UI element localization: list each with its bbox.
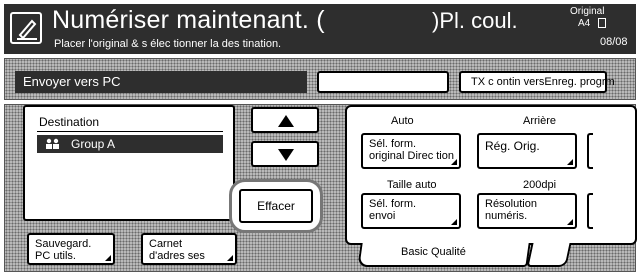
resolution-value: 200dpi	[523, 179, 557, 191]
send-size-line-1: Sél. form.	[369, 198, 417, 210]
header-bar: Numériser maintenant. ( Placer l'origina…	[4, 4, 636, 54]
address-book-line-1: Carnet	[149, 238, 183, 250]
clear-button-label: Effacer	[257, 199, 295, 213]
scan-resolution-label: Résolution numéris.	[485, 198, 537, 222]
address-book-label: Carnet d'adres ses	[149, 238, 205, 262]
page-count: 08/08	[600, 36, 628, 48]
original-label: Original	[570, 6, 605, 17]
address-book-button[interactable]: Carnet d'adres ses	[141, 233, 237, 265]
save-pc-button[interactable]: Sauvegard. PC utils.	[27, 233, 115, 265]
send-size-line-2: envoi	[369, 210, 396, 222]
send-size-label: Sél. form. envoi	[369, 198, 416, 222]
destination-panel: Destination Group A	[23, 105, 235, 221]
settings-panel: Auto Arrière Sél. form. original Direc t…	[345, 105, 637, 245]
send-size-button[interactable]: Sél. form. envoi	[361, 193, 461, 229]
page-icon	[598, 18, 606, 28]
tx-continuous-button[interactable]: TX c ontin versEnreg. progrm	[459, 71, 615, 93]
scroll-up-button[interactable]	[251, 107, 319, 133]
page-subtitle: Placer l'original & s élec tionner la de…	[54, 38, 282, 50]
original-format-line-1: Sél. form.	[369, 138, 417, 150]
mode-bar: Envoyer vers PC TX c ontin versEnreg. pr…	[4, 58, 636, 100]
original-format-button[interactable]: Sél. form. original Direc tion	[361, 133, 461, 169]
tab-basic-quality-label: Basic Qualité	[401, 246, 466, 258]
send-size-value: Taille auto	[387, 179, 437, 191]
address-book-line-2: d'adres ses	[149, 250, 205, 262]
main-panel: Destination Group A Sauvegard. PC utils.…	[4, 104, 637, 272]
format-value: Auto	[391, 115, 414, 127]
corner-triangle-icon	[105, 255, 111, 261]
corner-triangle-icon	[451, 159, 457, 165]
background-value: Arrière	[523, 115, 557, 127]
scan-resolution-button[interactable]: Résolution numéris.	[477, 193, 577, 229]
tab-next[interactable]	[526, 243, 572, 267]
scan-edit-icon	[10, 12, 42, 44]
scroll-down-button[interactable]	[251, 141, 319, 167]
corner-triangle-icon	[567, 219, 573, 225]
save-pc-label: Sauvegard. PC utils.	[35, 238, 91, 262]
original-format-label: Sél. form. original Direc tion	[369, 138, 454, 162]
color-mode-text: )Pl. coul.	[432, 8, 518, 33]
save-pc-line-2: PC utils.	[35, 250, 76, 262]
destination-header: Destination	[39, 115, 100, 129]
arrow-up-icon	[278, 115, 294, 127]
corner-triangle-icon	[567, 159, 573, 165]
corner-triangle-icon	[227, 255, 233, 261]
arrow-down-icon	[278, 149, 294, 161]
side-strip	[587, 133, 593, 169]
scan-resolution-line-2: numéris.	[485, 210, 528, 222]
original-format-line-2: original Direc tion	[369, 150, 454, 162]
original-size: A4	[578, 18, 591, 29]
destination-row[interactable]: Group A	[37, 135, 223, 153]
scan-resolution-line-1: Résolution	[485, 198, 537, 210]
save-pc-line-1: Sauvegard.	[35, 238, 92, 250]
side-strip	[587, 193, 593, 229]
destination-divider	[37, 131, 223, 132]
background-adjust-button[interactable]: Rég. Orig.	[477, 133, 577, 169]
page-title: Numériser maintenant. (	[52, 6, 325, 34]
blank-field[interactable]	[317, 71, 449, 93]
destination-row-label: Group A	[71, 137, 116, 151]
clear-button[interactable]: Effacer	[239, 189, 313, 223]
group-icon	[45, 138, 63, 153]
corner-triangle-icon	[451, 219, 457, 225]
background-adjust-label: Rég. Orig.	[485, 139, 540, 153]
send-to-pc-mode: Envoyer vers PC	[15, 71, 307, 93]
